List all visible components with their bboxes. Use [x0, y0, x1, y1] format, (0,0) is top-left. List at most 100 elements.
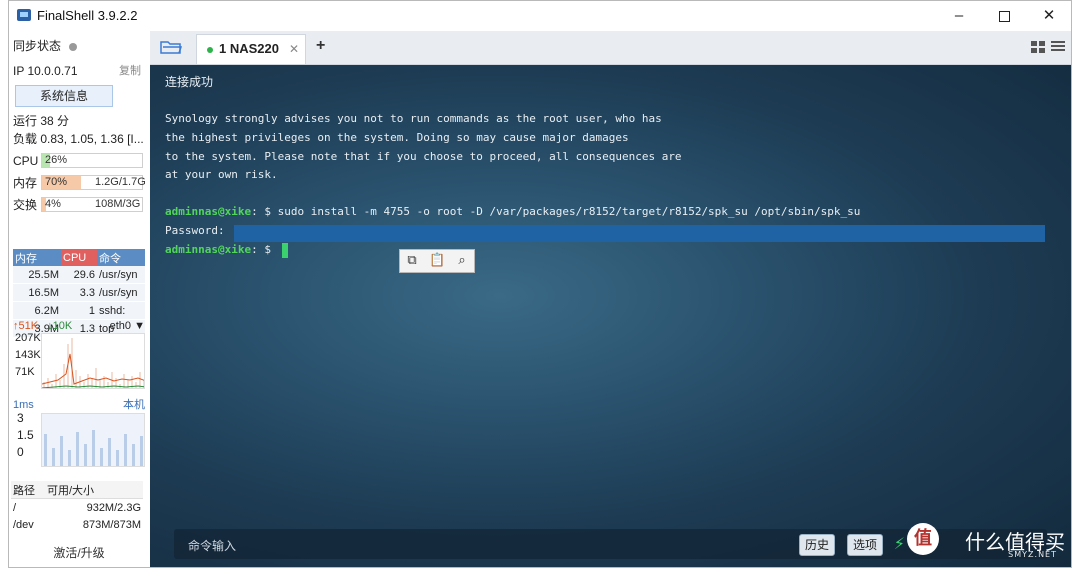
cpu-label: CPU [13, 154, 39, 168]
watermark-logo: 值 [907, 523, 939, 555]
chevron-down-icon: ▼ [134, 320, 145, 332]
network-graph-svg [42, 338, 144, 388]
terminal-cursor [281, 242, 288, 258]
proc-mem: 25.5M [13, 266, 61, 284]
prompt-user: adminnas@xike [165, 205, 252, 218]
selection-highlight [234, 225, 1045, 242]
swap-meter: 4% 108M/3G [41, 197, 143, 212]
tab-nas220[interactable]: 1 NAS220 ✕ [196, 34, 306, 64]
tab-bar: 1 NAS220 ✕ + [150, 31, 1071, 65]
search-icon[interactable]: ⌕ [454, 253, 470, 269]
ping-axis-label: 3 [17, 411, 24, 425]
minimize-button[interactable]: – [937, 1, 981, 31]
terminal-line: at your own risk. [165, 168, 278, 181]
disk-path: / [13, 501, 17, 514]
terminal-line: to the system. Please note that if you c… [165, 150, 682, 163]
proc-header-cmd[interactable]: 命令 [97, 249, 145, 266]
ping-graph-svg [44, 430, 143, 466]
prompt-suffix: : $ [251, 243, 278, 256]
proc-header-mem[interactable]: 内存 [13, 249, 61, 266]
mem-meter: 70% 1.2G/1.7G [41, 175, 146, 190]
mem-label: 内存 [13, 176, 38, 190]
interface-select[interactable]: eth0 ▼ [110, 318, 145, 334]
terminal-prompt-line: adminnas@xike: $ [165, 241, 288, 259]
disk-header-path: 路径 [11, 481, 45, 499]
sync-status-label: 同步状态 [13, 39, 62, 53]
disk-path: /dev [13, 518, 34, 531]
close-window-button[interactable]: ✕ [1027, 1, 1071, 31]
status-sidebar: 同步状态 IP 10.0.0.71 复制 系统信息 运行 38 分 负载 0.8… [9, 31, 149, 567]
proc-cpu: 1 [61, 301, 97, 320]
system-info-button[interactable]: 系统信息 [15, 85, 113, 107]
proc-cmd: sshd: [97, 301, 145, 320]
terminal-line: 连接成功 [165, 75, 214, 89]
history-button[interactable]: 历史 [798, 534, 835, 556]
net-axis-label: 207K [15, 332, 41, 344]
cpu-value: 26% [45, 154, 68, 166]
table-row[interactable]: 6.2M 1 sshd: [13, 301, 145, 320]
command-text: sudo install -m 4755 -o root -D /var/pac… [277, 205, 861, 218]
table-row[interactable]: /dev 873M/873M [11, 516, 143, 533]
context-toolbar: ⧉ 📋 ⌕ [399, 249, 475, 273]
disk-size: 932M/2.3G [86, 501, 141, 514]
terminal-line: the highest privileges on the system. Do… [165, 131, 629, 144]
activate-upgrade-link[interactable]: 激活/升级 [9, 544, 149, 561]
swap-detail: 108M/3G [95, 198, 141, 210]
terminal-pane[interactable]: 连接成功 Synology strongly advises you not t… [150, 65, 1071, 567]
ping-row: 1ms 本机 [13, 397, 145, 413]
uptime: 运行 38 分 [13, 114, 70, 128]
password-line: Password: [165, 224, 225, 237]
ip-address: IP 10.0.0.71 [13, 64, 78, 78]
proc-cpu: 29.6 [61, 266, 97, 284]
net-axis-label: 71K [15, 366, 35, 378]
paste-icon[interactable]: 📋 [429, 253, 445, 269]
copy-ip-link[interactable]: 复制 [119, 62, 141, 80]
mem-value: 70% [45, 176, 68, 188]
table-row[interactable]: / 932M/2.3G [11, 499, 143, 517]
ping-axis-label: 1.5 [17, 428, 34, 442]
layout-grid-icon[interactable] [1031, 41, 1045, 53]
window-title: FinalShell 3.9.2.2 [37, 8, 138, 23]
table-row[interactable]: 25.5M 29.6 /usr/syn [13, 266, 145, 284]
ping-graph [41, 413, 145, 467]
watermark-sub: SMYZ.NET [1008, 550, 1057, 559]
maximize-button[interactable] [982, 1, 1026, 31]
prompt-user: adminnas@xike [165, 243, 252, 256]
disk-size: 873M/873M [82, 518, 141, 531]
ping-host[interactable]: 本机 [123, 397, 145, 413]
disk-header-size: 可用/大小 [45, 481, 143, 499]
proc-mem: 16.5M [13, 283, 61, 302]
terminal-command-line: adminnas@xike: $ sudo install -m 4755 -o… [165, 203, 860, 221]
table-row[interactable]: 16.5M 3.3 /usr/syn [13, 283, 145, 302]
net-axis-label: 143K [15, 349, 41, 361]
proc-mem: 6.2M [13, 301, 61, 320]
folder-icon[interactable] [160, 39, 183, 55]
tab-label: 1 NAS220 [219, 41, 279, 56]
add-tab-button[interactable]: + [316, 37, 325, 55]
swap-label: 交换 [13, 198, 38, 212]
load-average: 负载 0.83, 1.05, 1.36 [I... [13, 132, 144, 146]
swap-value: 4% [45, 198, 61, 210]
close-tab-icon[interactable]: ✕ [289, 35, 299, 63]
menu-icon[interactable] [1051, 40, 1065, 52]
lightning-icon[interactable]: ⚡ [894, 534, 905, 553]
net-download: ↓10K [47, 320, 73, 332]
copy-icon[interactable]: ⧉ [404, 253, 420, 269]
options-button[interactable]: 选项 [846, 534, 883, 556]
command-input[interactable]: 命令输入 [188, 537, 236, 554]
maximize-icon [998, 10, 1010, 22]
sync-status: 同步状态 [13, 37, 145, 55]
proc-header-cpu[interactable]: CPU [61, 249, 97, 266]
disk-table: 路径 可用/大小 / 932M/2.3G /dev 873M/873M [11, 481, 143, 533]
cpu-meter: 26% [41, 153, 143, 168]
terminal-line: Synology strongly advises you not to run… [165, 112, 662, 125]
ping-latency: 1ms [13, 399, 34, 411]
process-table-header: 内存 CPU 命令 [13, 249, 145, 266]
connected-status-icon [207, 46, 213, 53]
proc-cmd: /usr/syn [97, 266, 145, 284]
disk-table-header: 路径 可用/大小 [11, 481, 143, 499]
title-bar: FinalShell 3.9.2.2 – ✕ [9, 1, 1071, 31]
proc-cpu: 3.3 [61, 283, 97, 302]
prompt-suffix: : $ [251, 205, 278, 218]
ip-row: IP 10.0.0.71 复制 [13, 62, 145, 80]
